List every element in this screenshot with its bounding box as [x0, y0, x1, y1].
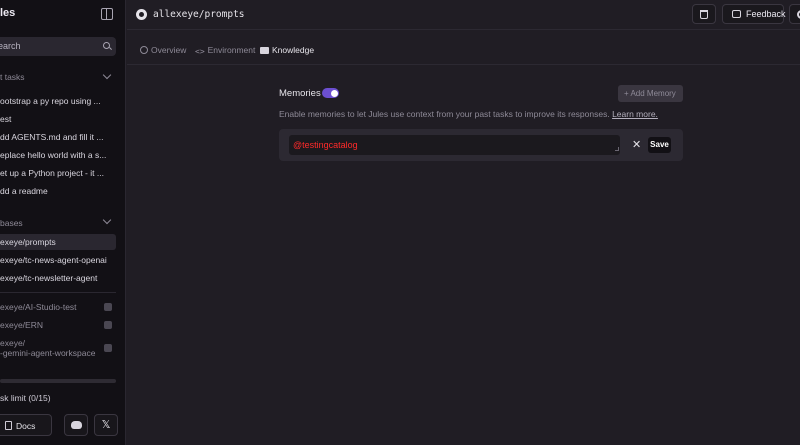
tab-overview[interactable]: Overview: [140, 45, 186, 55]
save-button[interactable]: Save: [648, 137, 671, 153]
codebase-item[interactable]: exeye/tc-newsletter-agent: [0, 270, 118, 286]
tab-knowledge[interactable]: Knowledge: [260, 45, 314, 55]
tab-environment[interactable]: <> Environment: [195, 45, 256, 56]
task-item[interactable]: dd AGENTS.md and fill it ...: [0, 129, 118, 145]
task-item[interactable]: ootstrap a py repo using ...: [0, 93, 118, 109]
lock-icon: [104, 303, 112, 311]
memory-input[interactable]: @testingcatalog: [289, 135, 620, 155]
recent-tasks-heading: t tasks: [0, 72, 25, 82]
discord-icon: [70, 421, 82, 429]
sidebar-scrollbar[interactable]: [0, 379, 116, 383]
codebase-name: -gemini-agent-workspace: [0, 348, 96, 358]
feedback-button[interactable]: Feedback: [722, 4, 786, 24]
settings-button[interactable]: [789, 4, 800, 24]
memory-card: @testingcatalog ✕ Save: [279, 129, 683, 161]
task-item[interactable]: dd a readme: [0, 183, 118, 199]
task-item[interactable]: est: [0, 111, 118, 127]
delete-button[interactable]: [692, 4, 716, 24]
memories-description: Enable memories to let Jules use context…: [279, 109, 658, 119]
task-item[interactable]: et up a Python project - it ...: [0, 165, 118, 181]
resize-handle-icon[interactable]: [615, 147, 619, 151]
tab-label: Knowledge: [272, 45, 315, 55]
sidebar: les earch t tasks ootstrap a py repo usi…: [0, 0, 126, 445]
task-item[interactable]: eplace hello world with a s...: [0, 147, 118, 163]
tab-label: Environment: [207, 45, 256, 55]
codebases-heading: bases: [0, 218, 23, 228]
docs-label: Docs: [16, 421, 36, 431]
book-icon: [260, 47, 269, 54]
search-input[interactable]: earch: [0, 37, 116, 56]
github-icon: [136, 9, 147, 20]
x-button[interactable]: 𝕏: [94, 414, 118, 436]
codebase-item-active[interactable]: exeye/prompts: [0, 234, 116, 250]
discord-button[interactable]: [64, 414, 88, 436]
locked-codebase-item[interactable]: exeye/ -gemini-agent-workspace: [0, 338, 118, 362]
repo-name: allexeye/prompts: [153, 9, 245, 20]
search-placeholder: earch: [0, 41, 21, 51]
memories-toggle[interactable]: [322, 88, 339, 98]
codebase-item[interactable]: exeye/tc-news-agent-openai: [0, 252, 118, 268]
description-text: Enable memories to let Jules use context…: [279, 109, 610, 119]
docs-button[interactable]: Docs: [0, 414, 52, 436]
memories-label: Memories: [279, 88, 321, 99]
header: allexeye/prompts Feedback: [127, 0, 800, 30]
learn-more-link[interactable]: Learn more.: [612, 109, 658, 119]
x-logo-icon: 𝕏: [101, 419, 111, 431]
add-memory-button[interactable]: + Add Memory: [618, 85, 683, 102]
code-icon: <>: [195, 47, 205, 56]
divider: [0, 292, 116, 293]
app-title: les: [0, 7, 16, 19]
locked-codebase-item[interactable]: exeye/ERN: [0, 317, 118, 333]
document-icon: [5, 421, 12, 430]
cancel-button[interactable]: ✕: [632, 138, 641, 151]
tab-label: Overview: [151, 45, 187, 55]
feedback-label: Feedback: [746, 9, 786, 19]
trash-icon: [700, 10, 708, 19]
check-circle-icon: [140, 46, 148, 54]
search-icon: [103, 42, 110, 49]
tabs-divider: [127, 64, 800, 65]
message-icon: [732, 10, 741, 18]
lock-icon: [104, 344, 112, 352]
task-limit: sk limit (0/15): [0, 393, 51, 403]
chevron-down-icon[interactable]: [102, 215, 112, 225]
lock-icon: [104, 321, 112, 329]
sidebar-collapse-icon[interactable]: [101, 8, 113, 20]
locked-codebase-item[interactable]: exeye/AI-Studio-test: [0, 299, 118, 315]
codebase-owner: exeye/: [0, 338, 26, 348]
chevron-down-icon[interactable]: [102, 70, 112, 80]
